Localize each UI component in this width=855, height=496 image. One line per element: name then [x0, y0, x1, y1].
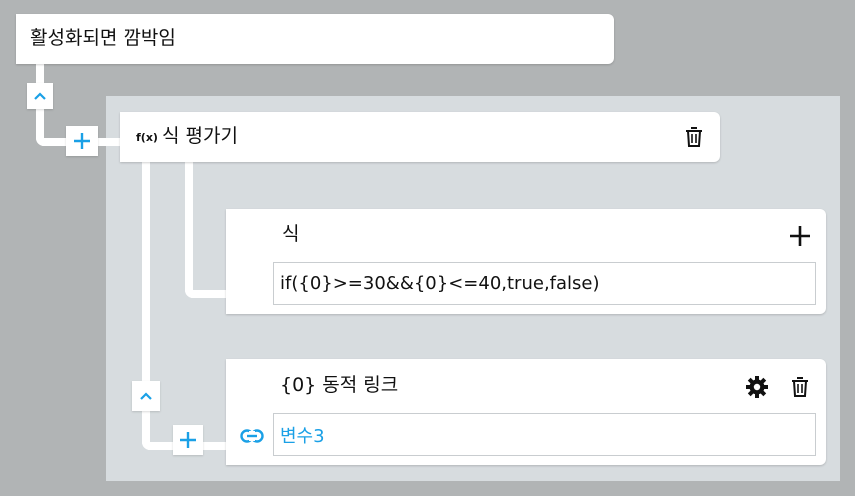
expression-node-title: 식 평가기	[162, 125, 238, 147]
connector-line	[185, 162, 193, 298]
event-node-title: 활성화되면 깜박임	[30, 27, 176, 49]
add-child-button[interactable]	[173, 425, 203, 455]
trash-icon[interactable]	[791, 376, 809, 398]
fx-icon: f(x)	[136, 131, 158, 144]
collapse-button[interactable]	[132, 381, 160, 411]
add-child-button[interactable]	[66, 126, 98, 156]
expression-node[interactable]: f(x) 식 평가기	[120, 112, 720, 162]
expression-block: 식 if({0}>=30&&{0}<=40,true,false)	[226, 209, 826, 314]
event-node[interactable]: 활성화되면 깜박임	[16, 14, 614, 64]
expression-label: 식	[282, 223, 300, 245]
gear-icon[interactable]	[745, 375, 769, 399]
plus-icon	[72, 131, 92, 151]
linked-variable-field[interactable]: 변수3	[273, 413, 816, 456]
dynamic-link-block[interactable]: {0} 동적 링크 변수3	[226, 359, 826, 465]
trash-icon[interactable]	[685, 126, 703, 148]
plus-icon	[178, 430, 198, 450]
chevron-up-icon	[33, 91, 47, 101]
collapse-button[interactable]	[27, 83, 53, 109]
link-icon	[240, 429, 264, 443]
connector-line	[185, 290, 229, 298]
dynamic-link-title: {0} 동적 링크	[280, 374, 399, 396]
chevron-up-icon	[139, 391, 153, 401]
expression-input[interactable]: if({0}>=30&&{0}<=40,true,false)	[273, 262, 816, 305]
plus-icon[interactable]	[788, 224, 812, 248]
